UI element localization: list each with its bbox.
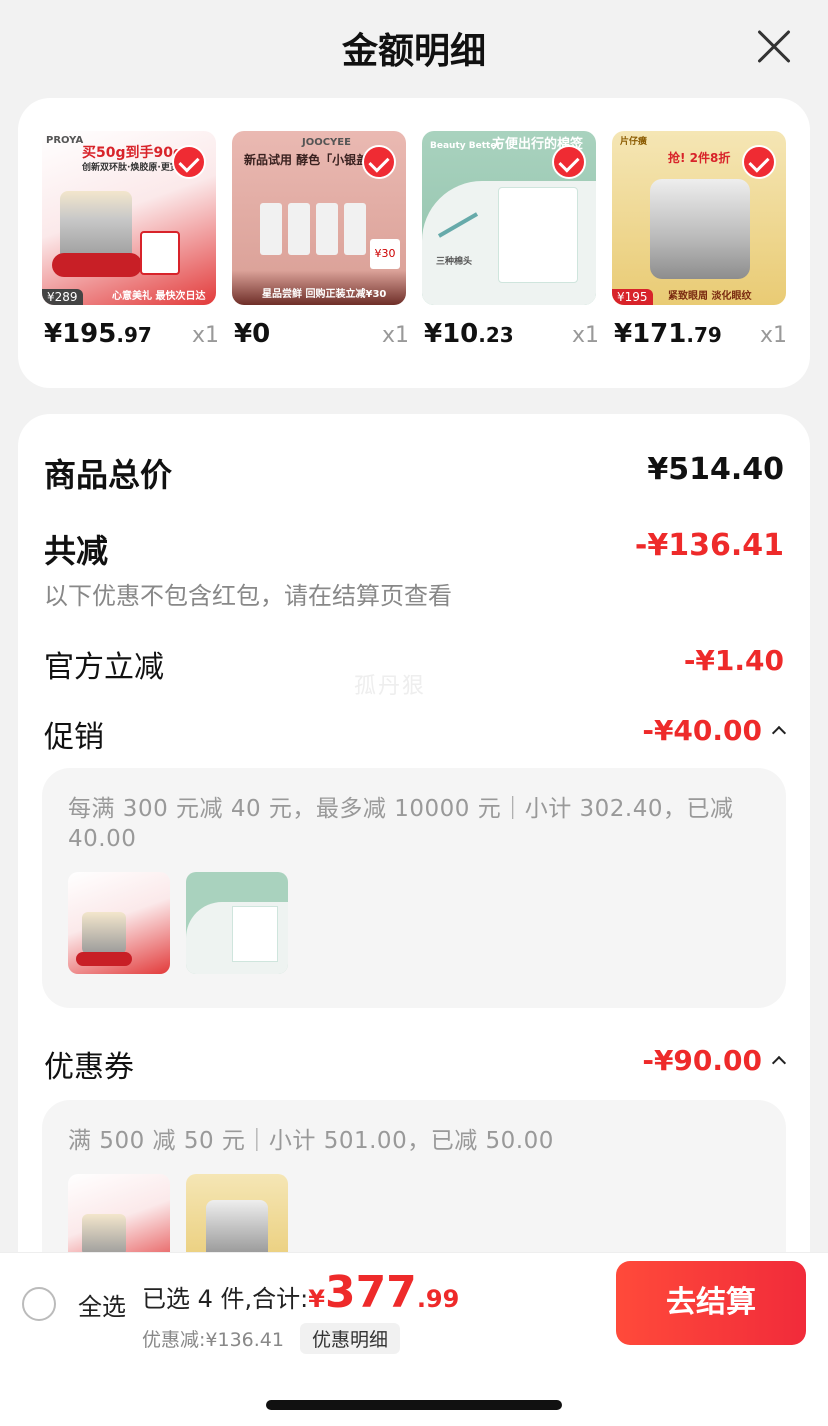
brand-label: JOOCYEE	[302, 137, 351, 148]
product-stand	[52, 253, 142, 277]
price-tag: ¥195	[612, 289, 653, 305]
thumb-subline: 创新双环肽·焕胶原·更宽	[82, 163, 179, 173]
promotion-product-thumb[interactable]	[186, 872, 288, 974]
product-price: ¥0	[234, 319, 271, 349]
discount-detail-button[interactable]: 优惠明细	[300, 1323, 401, 1354]
product-item[interactable]: 片仔癀 抢! 2件8折 ¥195 紧致眼周 淡化眼纹 ¥171.79 x1	[612, 131, 787, 349]
thumb-subline: 星品尝鲜 回购正装立减¥30	[262, 289, 387, 300]
product-image	[82, 1214, 126, 1256]
thumb-subline: 三种棉头	[436, 257, 473, 267]
selected-check-icon[interactable]	[742, 145, 776, 179]
brand-label: Beauty Better	[430, 141, 501, 151]
thumb-bottom-text: 心意美礼 最快次日达	[112, 291, 206, 302]
coupon-toggle[interactable]: -¥90.00	[642, 1044, 787, 1077]
close-icon[interactable]	[756, 28, 792, 64]
thumb-headline: 抢! 2件8折	[668, 151, 731, 165]
promotion-detail-box: 每满 300 元减 40 元，最多减 10000 元｜小计 302.40，已减 …	[42, 768, 786, 1008]
coupon-description: 满 500 减 50 元｜小计 501.00，已减 50.00	[68, 1128, 554, 1154]
product-image	[498, 187, 578, 283]
promotion-toggle[interactable]: -¥40.00	[642, 714, 787, 747]
coupon-label: 优惠券	[44, 1050, 134, 1085]
product-price: ¥171.79	[614, 319, 722, 349]
select-all-label[interactable]: 全选	[78, 1287, 126, 1322]
thumb-headline: 新品试用 酵色「小银盖」	[244, 153, 381, 167]
price-tag: ¥30	[370, 239, 400, 269]
select-all-radio[interactable]	[22, 1287, 56, 1321]
checkout-button[interactable]: 去结算	[616, 1261, 806, 1345]
promotion-product-thumb[interactable]	[68, 872, 170, 974]
product-image	[82, 912, 126, 954]
reduce-label: 共减	[44, 532, 109, 570]
product-item[interactable]: PROYA 买50g到手90g 创新双环肽·焕胶原·更宽 ¥289 心意美礼 最…	[42, 131, 219, 349]
total-value: ¥514.40	[647, 452, 784, 487]
product-image	[260, 203, 282, 255]
promotion-description: 每满 300 元减 40 元，最多减 10000 元｜小计 302.40，已减 …	[68, 796, 734, 852]
product-image	[232, 906, 278, 962]
thumb-headline: 买50g到手90g	[82, 145, 184, 161]
page-title: 金额明细	[341, 31, 486, 72]
selected-products-card: PROYA 买50g到手90g 创新双环肽·焕胶原·更宽 ¥289 心意美礼 最…	[18, 98, 810, 388]
brand-label: 片仔癀	[620, 137, 648, 147]
product-price: ¥10.23	[424, 319, 514, 349]
product-item[interactable]: JOOCYEE 新品试用 酵色「小银盖」 ¥30 星品尝鲜 回购正装立减¥30 …	[232, 131, 409, 349]
promotion-label: 促销	[44, 720, 104, 755]
reduce-note: 以下优惠不包含红包，请在结算页查看	[44, 582, 452, 610]
home-indicator[interactable]	[266, 1400, 562, 1410]
product-image	[288, 203, 310, 255]
product-image-small	[140, 231, 180, 275]
price-tag: ¥289	[42, 289, 83, 305]
product-image	[316, 203, 338, 255]
product-item[interactable]: Beauty Better 方便出行的棉签 三种棉头 ¥10.23 x1	[422, 131, 599, 349]
brand-label: PROYA	[46, 135, 84, 146]
product-thumbnail[interactable]: Beauty Better 方便出行的棉签 三种棉头	[422, 131, 596, 305]
discount-summary: 优惠减:¥136.41	[142, 1329, 284, 1351]
product-image	[60, 191, 132, 261]
product-quantity: x1	[760, 323, 788, 348]
product-thumbnail[interactable]: PROYA 买50g到手90g 创新双环肽·焕胶原·更宽 ¥289 心意美礼 最…	[42, 131, 216, 305]
product-quantity: x1	[572, 323, 600, 348]
product-quantity: x1	[192, 323, 220, 348]
checkout-bar: 全选 已选 4 件,合计:¥377.99 优惠减:¥136.41 优惠明细 去结…	[0, 1252, 828, 1354]
order-total: 已选 4 件,合计:¥377.99	[142, 1267, 460, 1318]
thumb-subline: 紧致眼周 淡化眼纹	[668, 291, 752, 302]
watermark: 孤丹狠	[354, 674, 427, 699]
product-thumbnail[interactable]: JOOCYEE 新品试用 酵色「小银盖」 ¥30 星品尝鲜 回购正装立减¥30	[232, 131, 406, 305]
modal-header: 金额明细	[0, 0, 828, 96]
selected-check-icon[interactable]	[552, 145, 586, 179]
chevron-up-icon	[771, 725, 787, 741]
product-image	[650, 179, 750, 279]
product-stand	[76, 952, 132, 966]
product-image	[344, 203, 366, 255]
home-indicator-area	[0, 1354, 828, 1426]
total-label: 商品总价	[44, 456, 173, 494]
product-quantity: x1	[382, 323, 410, 348]
official-discount-label: 官方立减	[44, 650, 164, 685]
selected-check-icon[interactable]	[172, 145, 206, 179]
price-details-card: 商品总价 ¥514.40 共减 -¥136.41 以下优惠不包含红包，请在结算页…	[18, 414, 810, 1314]
product-thumbnail[interactable]: 片仔癀 抢! 2件8折 ¥195 紧致眼周 淡化眼纹	[612, 131, 786, 305]
chevron-up-icon	[771, 1055, 787, 1071]
product-price: ¥195.97	[44, 319, 152, 349]
official-discount-value: -¥1.40	[683, 644, 784, 677]
selected-check-icon[interactable]	[362, 145, 396, 179]
reduce-value: -¥136.41	[634, 528, 784, 563]
